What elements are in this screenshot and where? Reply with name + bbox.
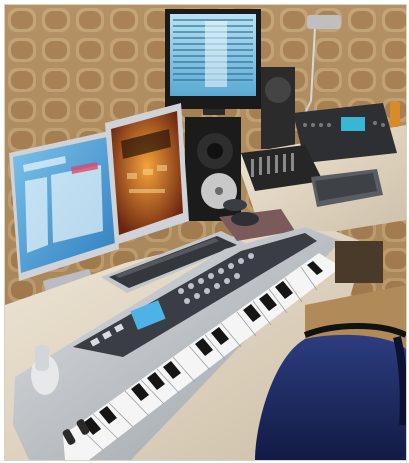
bottle bbox=[390, 101, 400, 127]
studio-scene bbox=[5, 5, 406, 460]
mixer-display bbox=[341, 117, 365, 131]
computer-mouse bbox=[231, 212, 259, 226]
top-monitor bbox=[165, 9, 261, 115]
desk-leg-right bbox=[335, 241, 383, 283]
studio-photo bbox=[4, 4, 407, 461]
middle-monitor bbox=[105, 103, 189, 245]
